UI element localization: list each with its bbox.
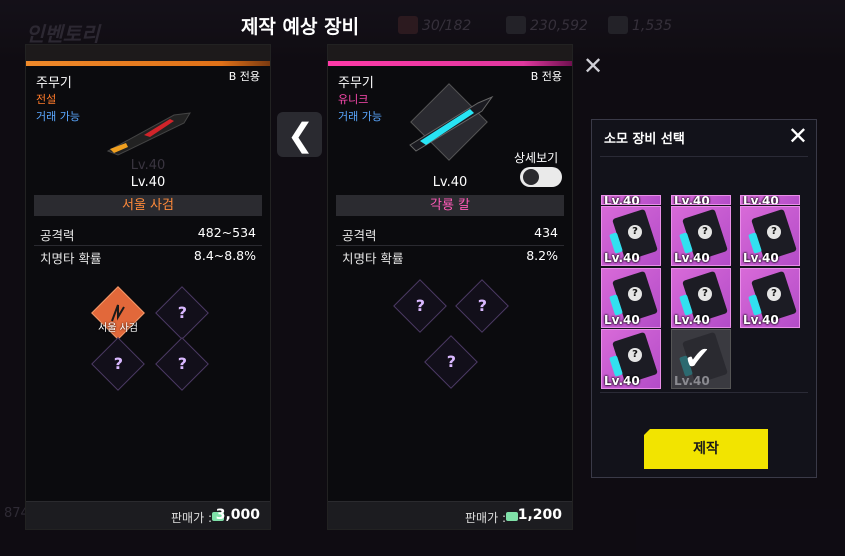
- cash-icon: [506, 512, 518, 521]
- price-bar: 판매가 : 3,000: [26, 501, 270, 529]
- panel-title: 소모 장비 선택: [604, 132, 685, 147]
- material-item[interactable]: ? Lv.40: [740, 268, 800, 328]
- question-icon: ?: [628, 225, 642, 239]
- set-slot-label: 서울 사검: [98, 323, 138, 334]
- stat-label: 공격력: [342, 228, 377, 243]
- price-label: 판매가 :: [171, 511, 212, 525]
- set-slot-empty[interactable]: ?: [91, 337, 145, 391]
- question-icon: ?: [767, 287, 781, 301]
- exclusive-label: B 전용: [228, 70, 260, 83]
- stat-value: 434: [534, 225, 558, 240]
- stat-label: 공격력: [40, 228, 75, 243]
- sword-icon: [106, 112, 191, 156]
- toggle-knob: [523, 169, 539, 185]
- card-top-ghost: [26, 45, 270, 61]
- material-item[interactable]: Lv.40: [671, 195, 731, 205]
- question-icon: ?: [767, 225, 781, 239]
- question-icon: ?: [177, 303, 187, 323]
- item-level: Lv.40: [674, 195, 710, 205]
- material-item[interactable]: ? Lv.40: [740, 206, 800, 266]
- question-icon: ?: [698, 287, 712, 301]
- material-item[interactable]: Lv.40: [740, 195, 800, 205]
- close-icon[interactable]: ✕: [583, 52, 603, 80]
- item-level: Lv.40: [674, 313, 710, 327]
- material-item[interactable]: ? Lv.40: [601, 329, 661, 389]
- question-icon: ?: [446, 352, 456, 372]
- price-value: 3,000: [215, 507, 260, 523]
- item-level: Lv.40: [604, 313, 640, 327]
- stat-row-attack: 공격력 434: [342, 225, 558, 244]
- stat-value: 482~534: [197, 225, 256, 240]
- question-icon: ?: [477, 296, 487, 316]
- stat-row-attack: 공격력 482~534: [40, 225, 256, 244]
- stat-value: 8.2%: [526, 248, 558, 263]
- price-bar: 판매가 : 1,200: [328, 501, 572, 529]
- price-label: 판매가 :: [465, 511, 506, 525]
- blade-icon: [409, 83, 494, 161]
- item-level: Lv.40: [743, 251, 779, 265]
- item-level: Lv.40: [743, 195, 779, 205]
- material-item[interactable]: ? Lv.40: [671, 206, 731, 266]
- tradable-label: 거래 가능: [36, 110, 80, 123]
- stat-row-crit: 치명타 확률 8.4~8.8%: [40, 248, 256, 267]
- material-select-panel: 소모 장비 선택 ✕ Lv.40 Lv.40 Lv.40 ? Lv.40 ? L…: [591, 119, 817, 478]
- stat-value: 8.4~8.8%: [193, 248, 256, 263]
- stat-label: 치명타 확률: [40, 251, 102, 266]
- material-item-selected[interactable]: ✔ Lv.40: [671, 329, 731, 389]
- stat-label: 치명타 확률: [342, 251, 404, 266]
- craft-button-label: 제작: [693, 441, 719, 457]
- price-value: 1,200: [517, 507, 562, 523]
- craft-button[interactable]: 제작: [644, 429, 768, 469]
- item-level: Lv.40: [130, 175, 166, 190]
- close-icon[interactable]: ✕: [788, 122, 808, 150]
- previous-arrow-button[interactable]: ❮: [277, 112, 322, 157]
- chevron-left-icon: ❮: [287, 116, 314, 154]
- divider: [600, 156, 808, 157]
- level-ghost: Lv.40: [130, 158, 166, 173]
- detail-toggle[interactable]: [520, 167, 562, 187]
- item-name: 각룡 칼: [336, 195, 564, 216]
- stat-row-crit: 치명타 확률 8.2%: [342, 248, 558, 267]
- page-title: 제작 예상 장비: [240, 16, 360, 38]
- set-slot-empty[interactable]: ?: [393, 279, 447, 333]
- set-slot-empty[interactable]: ?: [455, 279, 509, 333]
- left-equipment-card: 주무기 B 전용 전설 거래 가능 Lv.40 Lv.40 서울 사검 공격력 …: [25, 44, 271, 530]
- rarity-label: 유니크: [338, 93, 369, 106]
- detail-toggle-label: 상세보기: [514, 151, 559, 165]
- rarity-stripe: [328, 61, 572, 66]
- item-level: Lv.40: [674, 374, 710, 388]
- checkmark-icon: ✔: [684, 339, 711, 377]
- tradable-label: 거래 가능: [338, 110, 382, 123]
- question-icon: ?: [177, 354, 187, 374]
- divider: [336, 245, 564, 246]
- question-icon: ?: [628, 287, 642, 301]
- card-top-ghost: [328, 45, 572, 61]
- question-icon: ?: [113, 354, 123, 374]
- right-equipment-card: 주무기 B 전용 유니크 거래 가능 Lv.40 각룡 칼 공격력 434 치명…: [327, 44, 573, 530]
- item-level: Lv.40: [604, 195, 640, 205]
- set-slot-empty[interactable]: ?: [155, 337, 209, 391]
- question-icon: ?: [415, 296, 425, 316]
- material-item[interactable]: ? Lv.40: [601, 268, 661, 328]
- item-level: Lv.40: [604, 374, 640, 388]
- material-item[interactable]: ? Lv.40: [601, 206, 661, 266]
- exclusive-label: B 전용: [530, 70, 562, 83]
- item-name: 서울 사검: [34, 195, 262, 216]
- material-item[interactable]: ? Lv.40: [671, 268, 731, 328]
- question-icon: ?: [698, 225, 712, 239]
- question-icon: ?: [628, 348, 642, 362]
- rarity-label: 전설: [36, 93, 57, 106]
- item-level: Lv.40: [743, 313, 779, 327]
- slot-label: 주무기: [338, 76, 374, 91]
- item-level: Lv.40: [604, 251, 640, 265]
- set-slot-empty[interactable]: ?: [155, 286, 209, 340]
- divider: [600, 392, 808, 393]
- slot-label: 주무기: [36, 76, 72, 91]
- rarity-stripe: [26, 61, 270, 66]
- divider: [34, 245, 262, 246]
- item-level: Lv.40: [674, 251, 710, 265]
- material-item[interactable]: Lv.40: [601, 195, 661, 205]
- set-slot-empty[interactable]: ?: [424, 335, 478, 389]
